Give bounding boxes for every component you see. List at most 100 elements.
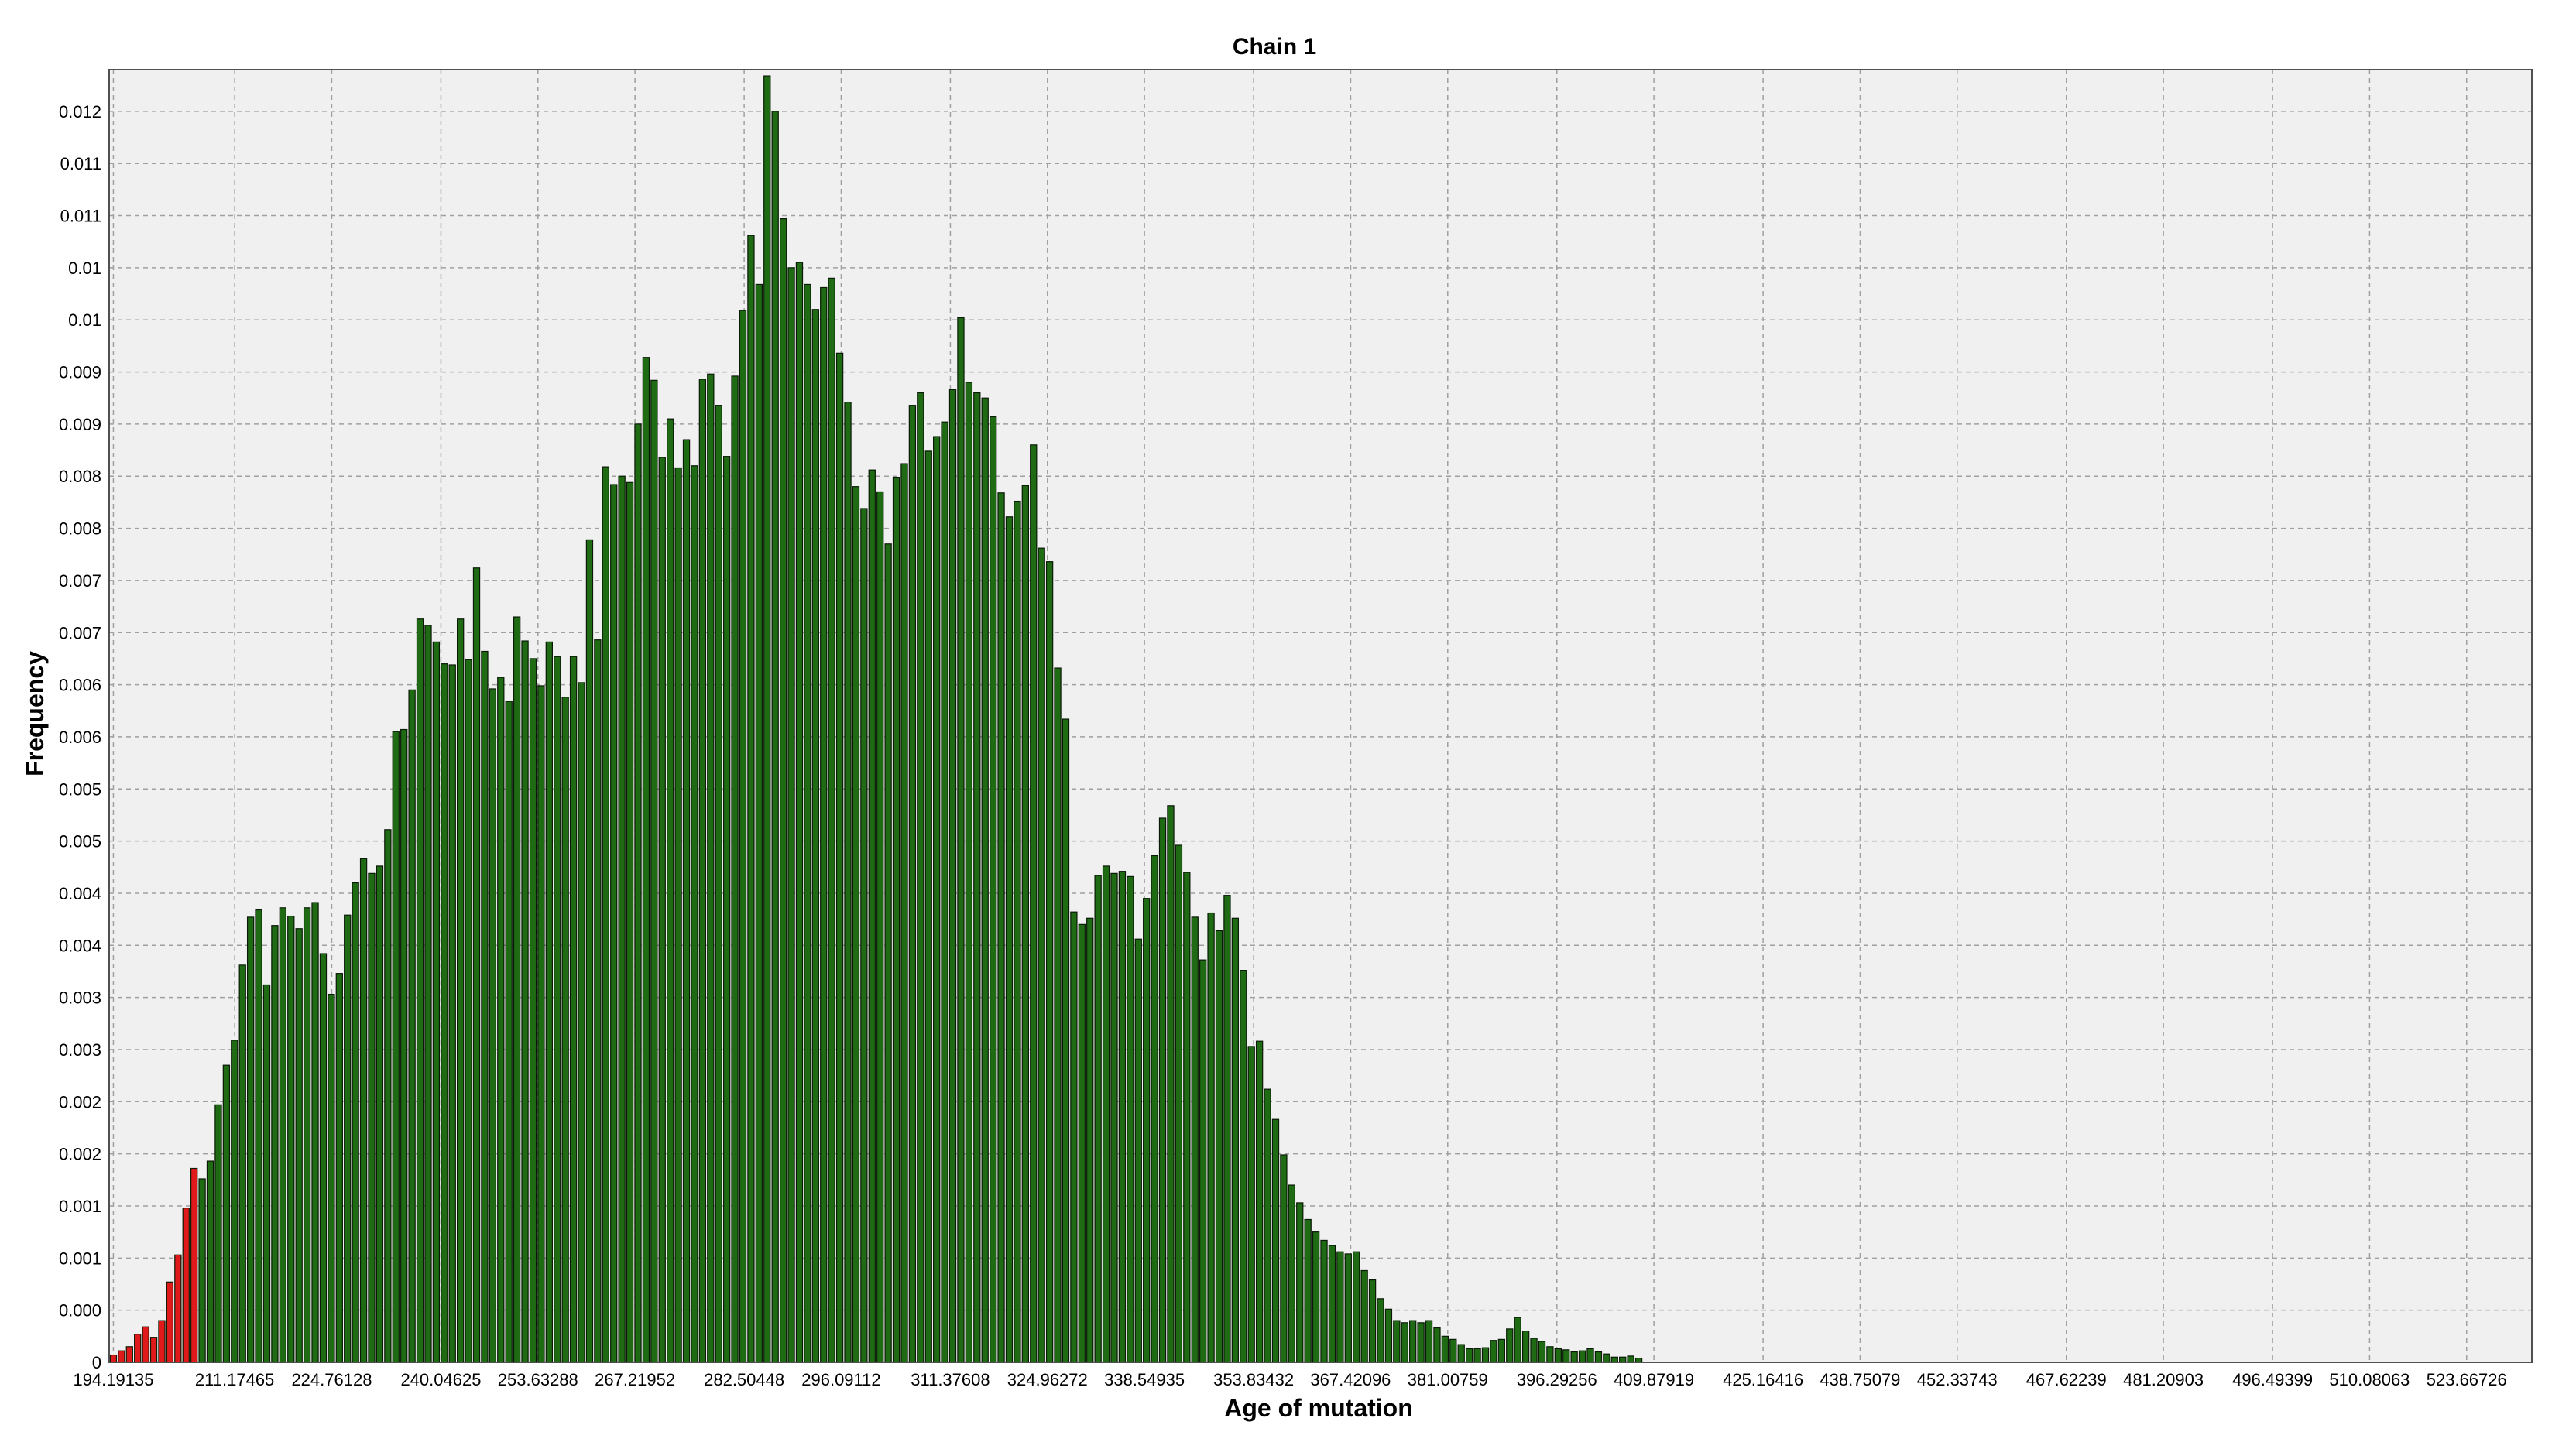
- y-tick-label: 0.003: [59, 988, 101, 1008]
- x-tick-label: 481.20903: [2123, 1370, 2204, 1389]
- bar-inside-interval: [1247, 1046, 1255, 1363]
- bar-inside-interval: [1102, 865, 1110, 1363]
- x-tick-label: 425.16416: [1723, 1370, 1803, 1389]
- bar-inside-interval: [344, 914, 352, 1363]
- bar-inside-interval: [1304, 1218, 1312, 1363]
- bar-inside-interval: [1586, 1348, 1594, 1363]
- y-tick-label: 0.007: [59, 571, 101, 591]
- bar-inside-interval: [554, 656, 561, 1363]
- bar-inside-interval: [1521, 1330, 1530, 1363]
- bar-inside-interval: [1054, 667, 1062, 1363]
- bar-inside-interval: [497, 677, 505, 1363]
- bar-inside-interval: [1546, 1346, 1554, 1363]
- bar-inside-interval: [513, 616, 521, 1363]
- y-axis-label: Frequency: [21, 651, 49, 776]
- bar-inside-interval: [246, 916, 255, 1363]
- y-tick-label: 0.008: [59, 467, 101, 486]
- bar-inside-interval: [1328, 1245, 1336, 1363]
- bar-inside-interval: [376, 865, 384, 1363]
- x-tick-label: 381.00759: [1408, 1370, 1488, 1389]
- bar-inside-interval: [989, 416, 997, 1363]
- bar-inside-interval: [271, 925, 279, 1363]
- bar-inside-interval: [319, 953, 328, 1363]
- bar-inside-interval: [465, 659, 472, 1363]
- bar-inside-interval: [262, 984, 271, 1363]
- bar-inside-interval: [1312, 1231, 1320, 1363]
- bar-inside-interval: [650, 379, 658, 1363]
- bar-inside-interval: [731, 375, 739, 1363]
- bar-inside-interval: [1062, 718, 1070, 1363]
- bar-outside-interval: [118, 1350, 125, 1363]
- bar-inside-interval: [1215, 930, 1223, 1363]
- bar-inside-interval: [295, 928, 303, 1363]
- bar-inside-interval: [1393, 1320, 1401, 1363]
- bar-inside-interval: [868, 469, 876, 1363]
- x-tick-label: 523.66726: [2427, 1370, 2507, 1389]
- bar-inside-interval: [1554, 1348, 1562, 1363]
- bar-inside-interval: [1538, 1341, 1546, 1363]
- bar-outside-interval: [142, 1326, 149, 1363]
- bar-inside-interval: [771, 111, 779, 1363]
- bar-inside-interval: [505, 701, 513, 1363]
- x-tick-label: 311.37608: [911, 1370, 990, 1389]
- bar-inside-interval: [545, 641, 554, 1363]
- bar-inside-interval: [1231, 917, 1240, 1363]
- bar-inside-interval: [392, 731, 400, 1363]
- bar-inside-interval: [1490, 1340, 1497, 1363]
- bar-inside-interval: [715, 405, 722, 1363]
- bar-inside-interval: [1078, 923, 1086, 1363]
- x-tick-label: 496.49399: [2232, 1370, 2313, 1389]
- bar-inside-interval: [198, 1178, 206, 1363]
- y-tick-label: 0.005: [59, 779, 101, 799]
- bar-inside-interval: [1038, 547, 1045, 1363]
- bar-inside-interval: [917, 392, 924, 1363]
- bar-inside-interval: [682, 439, 691, 1363]
- bar-inside-interval: [642, 357, 650, 1363]
- bar-inside-interval: [1360, 1269, 1368, 1363]
- bar-outside-interval: [125, 1346, 133, 1363]
- bar-inside-interval: [328, 993, 335, 1363]
- y-tick-label: 0.008: [59, 519, 101, 539]
- bar-inside-interval: [1240, 970, 1247, 1363]
- bar-outside-interval: [134, 1334, 142, 1363]
- bar-inside-interval: [876, 491, 884, 1363]
- y-tick-label: 0.004: [59, 936, 101, 955]
- bar-inside-interval: [900, 463, 908, 1363]
- bar-inside-interval: [747, 235, 755, 1363]
- x-tick-label: 253.63288: [498, 1370, 578, 1389]
- bar-inside-interval: [884, 543, 892, 1363]
- bar-inside-interval: [1296, 1202, 1304, 1363]
- bar-outside-interval: [109, 1354, 118, 1363]
- bar-inside-interval: [779, 218, 787, 1363]
- bar-inside-interval: [206, 1160, 214, 1363]
- x-axis-ticks: 194.19135 211.17465 224.76128 240.04625 253.…: [73, 1370, 2506, 1389]
- x-tick-label: 452.33743: [1917, 1370, 1998, 1389]
- x-tick-label: 296.09112: [801, 1370, 880, 1389]
- bar-inside-interval: [924, 450, 932, 1363]
- bar-inside-interval: [1384, 1308, 1393, 1363]
- bar-inside-interval: [1578, 1350, 1586, 1363]
- bar-inside-interval: [1441, 1335, 1449, 1363]
- bar-inside-interval: [674, 467, 682, 1363]
- bar-inside-interval: [1409, 1320, 1417, 1363]
- bar-inside-interval: [1497, 1338, 1506, 1363]
- bar-inside-interval: [1425, 1320, 1433, 1363]
- x-tick-label: 396.29256: [1517, 1370, 1597, 1389]
- chart-figure: 0 0.000 0.001 0.001 0.002 0.002 0.003 0.003 0.00…: [0, 0, 2576, 1445]
- bar-inside-interval: [763, 75, 771, 1363]
- bar-outside-interval: [182, 1208, 190, 1363]
- bar-inside-interval: [311, 902, 319, 1363]
- bar-inside-interval: [634, 423, 642, 1363]
- bar-inside-interval: [222, 1064, 231, 1363]
- histogram-chart: 00.0000.0010.0010.0020.0020.0030.0030.00…: [0, 0, 2576, 1445]
- bar-inside-interval: [981, 397, 989, 1363]
- bar-inside-interval: [1570, 1351, 1578, 1363]
- bar-inside-interval: [594, 639, 602, 1363]
- bar-inside-interval: [1353, 1251, 1360, 1363]
- bar-inside-interval: [1271, 1118, 1280, 1363]
- chart-title: Chain 1: [1233, 34, 1316, 60]
- y-tick-label: 0.005: [59, 832, 101, 851]
- bar-inside-interval: [1264, 1088, 1271, 1363]
- x-tick-label: 409.87919: [1614, 1370, 1694, 1389]
- bar-inside-interval: [1191, 916, 1199, 1363]
